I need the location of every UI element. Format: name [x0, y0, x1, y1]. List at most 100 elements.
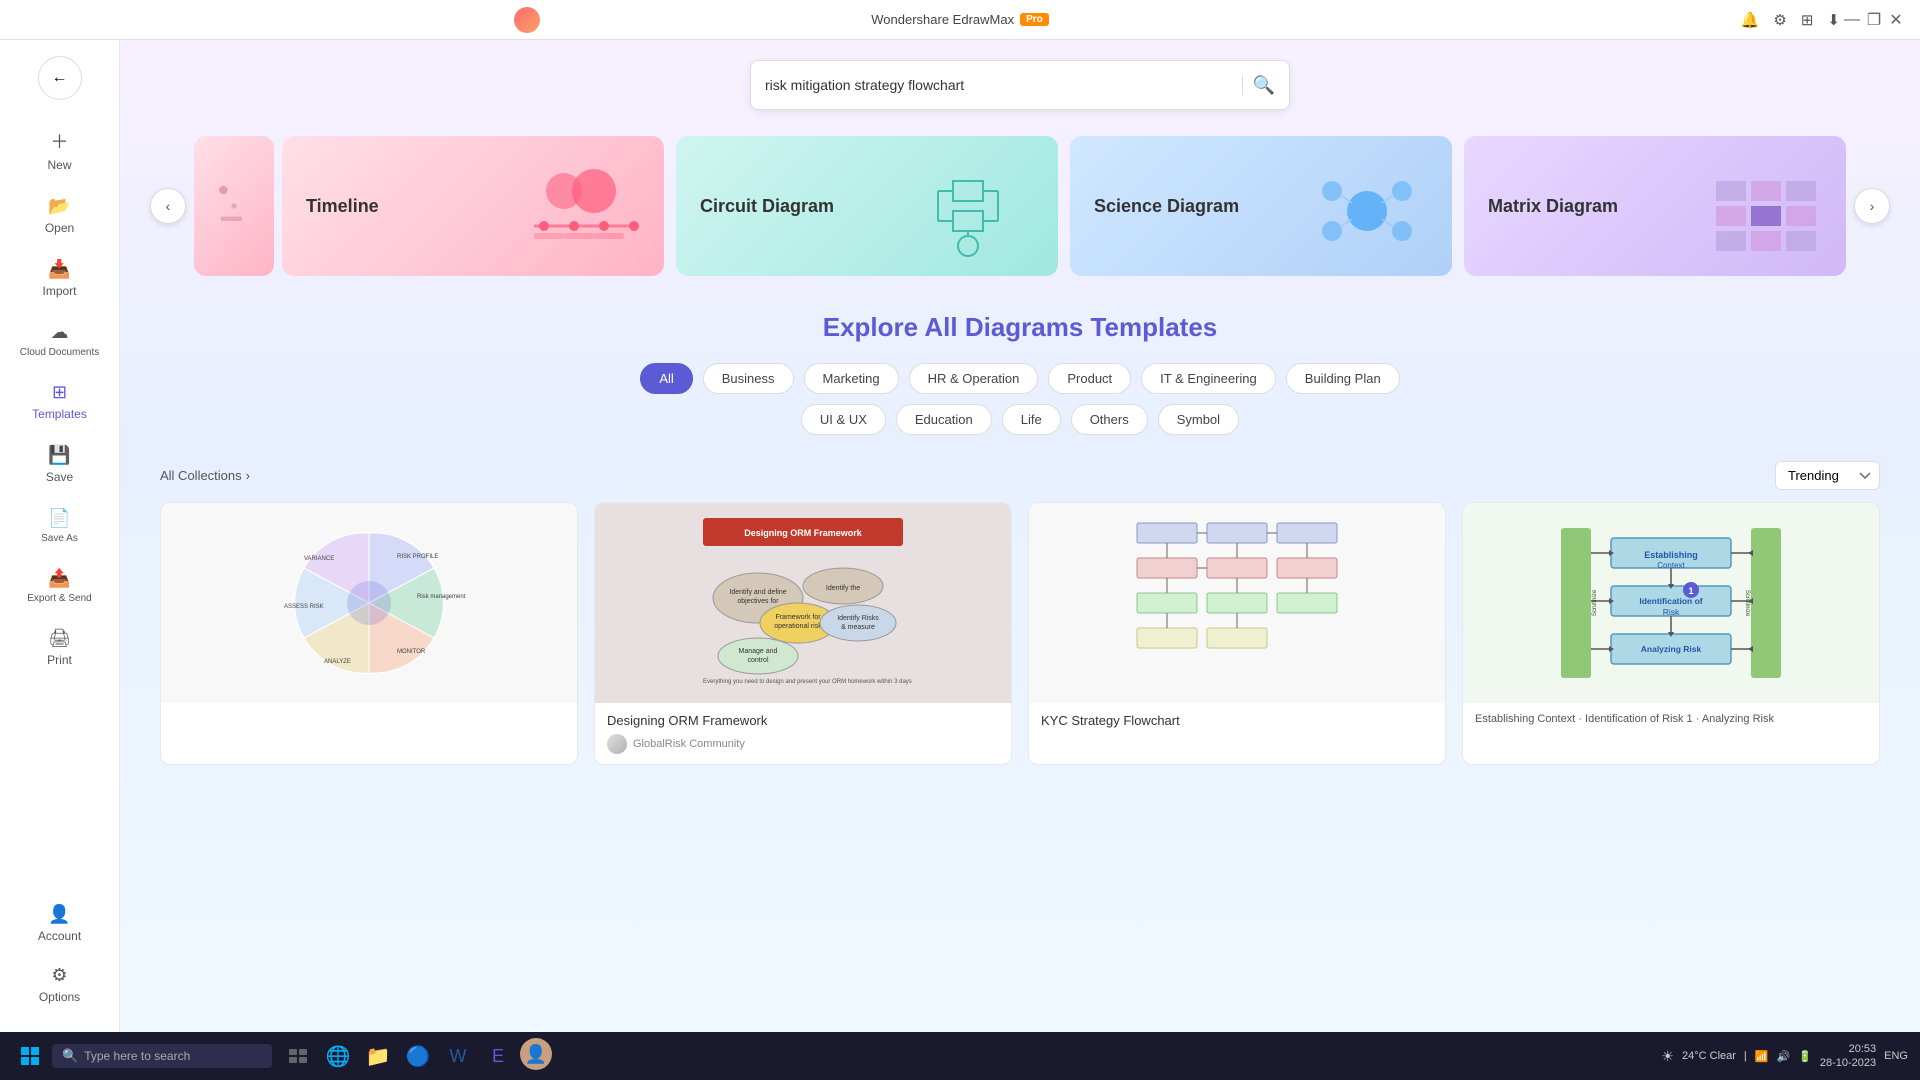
template-card-user-orm: GlobalRisk Community: [607, 734, 999, 754]
filter-it[interactable]: IT & Engineering: [1141, 363, 1276, 394]
search-icon: 🔍: [62, 1048, 78, 1064]
svg-text:Manage and: Manage and: [739, 648, 778, 655]
filter-hr[interactable]: HR & Operation: [909, 363, 1039, 394]
sidebar-item-label-save-as: Save As: [41, 533, 78, 544]
taskbar-app-edrawmax[interactable]: E: [480, 1038, 516, 1074]
sidebar-item-label-print: Print: [47, 653, 72, 667]
carousel-card-label: Matrix Diagram: [1488, 196, 1618, 217]
svg-text:Establishing: Establishing: [1644, 550, 1698, 560]
svg-text:VARIANCE: VARIANCE: [304, 556, 334, 562]
template-card-orm[interactable]: Designing ORM Framework Identify and def…: [594, 502, 1012, 765]
carousel-prev-button[interactable]: ‹: [150, 188, 186, 224]
taskbar: 🔍 Type here to search 🌐 📁 🔵 W E 👤 ☀ 24°C…: [0, 1032, 1920, 1080]
search-input[interactable]: [765, 77, 1232, 93]
settings-icon[interactable]: ⚙: [1773, 11, 1786, 29]
close-button[interactable]: ✕: [1888, 12, 1904, 28]
matrix-illustration: [1686, 161, 1836, 266]
taskbar-app-chrome[interactable]: 🔵: [400, 1038, 436, 1074]
taskbar-app-taskview[interactable]: [280, 1038, 316, 1074]
start-button[interactable]: [12, 1038, 48, 1074]
taskbar-search[interactable]: 🔍 Type here to search: [52, 1044, 272, 1068]
carousel-card-science[interactable]: Science Diagram: [1070, 136, 1452, 276]
carousel-card-timeline[interactable]: Timeline: [282, 136, 664, 276]
all-collections-button[interactable]: All Collections ›: [160, 468, 250, 483]
taskbar-language: ENG: [1884, 1050, 1908, 1062]
taskbar-app-word[interactable]: W: [440, 1038, 476, 1074]
sidebar: ← ＋ New 📂 Open 📥 Import ☁ Cloud Document…: [0, 40, 120, 1032]
filter-education[interactable]: Education: [896, 404, 992, 435]
chevron-right-icon: ›: [1870, 198, 1875, 214]
template-card-risk-wheel[interactable]: RISK PROFILE Risk management MONITOR ANA…: [160, 502, 578, 765]
template-card-risk-analysis[interactable]: Establishing Context Identification of R…: [1462, 502, 1880, 765]
all-collections-label: All Collections: [160, 468, 242, 483]
filter-business[interactable]: Business: [703, 363, 794, 394]
carousel-card-matrix[interactable]: Matrix Diagram: [1464, 136, 1846, 276]
download-icon[interactable]: ⬇: [1827, 11, 1840, 29]
chevron-right-icon: ›: [246, 468, 250, 483]
chevron-left-icon: ‹: [166, 198, 171, 214]
sidebar-item-label-options: Options: [39, 990, 80, 1004]
sidebar-item-label-import: Import: [42, 284, 76, 298]
sort-select[interactable]: Trending Newest Most Used: [1775, 461, 1880, 490]
filter-life[interactable]: Life: [1002, 404, 1061, 435]
sidebar-item-account[interactable]: 👤 Account: [6, 894, 113, 953]
sidebar-item-save[interactable]: 💾 Save: [6, 435, 113, 494]
sidebar-item-open[interactable]: 📂 Open: [6, 186, 113, 245]
svg-text:& measure: & measure: [841, 624, 875, 631]
sidebar-item-label-save: Save: [46, 470, 73, 484]
content-area: 🔍 ‹ Timeline: [120, 40, 1920, 1032]
filter-symbol[interactable]: Symbol: [1158, 404, 1239, 435]
sidebar-item-save-as[interactable]: 📄 Save As: [6, 498, 113, 554]
restore-button[interactable]: ❐: [1866, 12, 1882, 28]
filter-ui[interactable]: UI & UX: [801, 404, 886, 435]
filter-building[interactable]: Building Plan: [1286, 363, 1400, 394]
notification-icon[interactable]: 🔔: [1741, 11, 1760, 29]
taskbar-app-explorer[interactable]: 📁: [360, 1038, 396, 1074]
template-card-kyc[interactable]: KYC Strategy Flowchart: [1028, 502, 1446, 765]
options-icon: ⚙: [51, 965, 67, 986]
template-card-title-risk-analysis: Establishing Context · Identification of…: [1475, 713, 1867, 725]
filter-all[interactable]: All: [640, 363, 692, 394]
sidebar-item-label-export: Export & Send: [27, 593, 91, 604]
filter-row-1: All Business Marketing HR & Operation Pr…: [160, 363, 1880, 394]
taskbar-apps: 🌐 📁 🔵 W E 👤: [280, 1038, 552, 1074]
filter-marketing[interactable]: Marketing: [804, 363, 899, 394]
minimize-button[interactable]: —: [1844, 12, 1860, 28]
user-avatar[interactable]: [514, 7, 540, 33]
template-card-title-kyc: KYC Strategy Flowchart: [1041, 713, 1433, 728]
carousel-card-circuit[interactable]: Circuit Diagram: [676, 136, 1058, 276]
sidebar-item-label-open: Open: [45, 221, 74, 235]
carousel-card-label: Circuit Diagram: [700, 196, 834, 217]
speaker-icon: 🔊: [1776, 1050, 1790, 1063]
search-section: 🔍: [120, 40, 1920, 120]
template-card-title-orm: Designing ORM Framework: [607, 713, 999, 728]
svg-text:control: control: [747, 657, 768, 664]
filter-others[interactable]: Others: [1071, 404, 1148, 435]
cloud-icon: ☁: [51, 322, 69, 343]
search-bar: 🔍: [750, 60, 1290, 110]
grid-icon[interactable]: ⊞: [1801, 11, 1814, 29]
taskbar-time: 20:53: [1849, 1042, 1877, 1056]
search-button[interactable]: 🔍: [1253, 75, 1275, 96]
filter-product[interactable]: Product: [1048, 363, 1131, 394]
sidebar-item-templates[interactable]: ⊞ Templates: [6, 372, 113, 431]
sidebar-item-print[interactable]: 🖨 Print: [6, 618, 113, 677]
template-card-info-orm: Designing ORM Framework GlobalRisk Commu…: [595, 703, 1011, 764]
sidebar-item-cloud[interactable]: ☁ Cloud Documents: [6, 312, 113, 368]
sort-row: All Collections › Trending Newest Most U…: [120, 461, 1920, 502]
back-button[interactable]: ←: [38, 56, 82, 100]
taskbar-app-edge[interactable]: 🌐: [320, 1038, 356, 1074]
explore-title-colored: All Diagrams Templates: [924, 312, 1217, 342]
template-card-info-kyc: KYC Strategy Flowchart: [1029, 703, 1445, 738]
sidebar-item-import[interactable]: 📥 Import: [6, 249, 113, 308]
app-name: Wondershare EdrawMax: [871, 12, 1014, 27]
sidebar-item-label-account: Account: [38, 929, 81, 943]
carousel-card-partial[interactable]: [194, 136, 274, 276]
carousel-next-button[interactable]: ›: [1854, 188, 1890, 224]
window-controls: — ❐ ✕: [1844, 12, 1904, 28]
sidebar-item-options[interactable]: ⚙ Options: [6, 955, 113, 1014]
weather-text: 24°C Clear: [1682, 1050, 1736, 1062]
filter-row-2: UI & UX Education Life Others Symbol: [160, 404, 1880, 435]
sidebar-item-export[interactable]: 📤 Export & Send: [6, 558, 113, 614]
sidebar-item-new[interactable]: ＋ New: [6, 118, 113, 182]
